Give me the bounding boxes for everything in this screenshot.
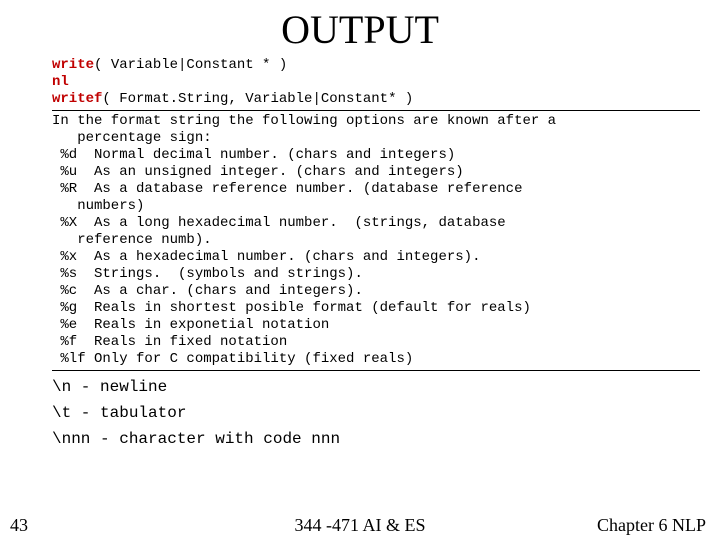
escape-n: \n - newline [52, 377, 700, 397]
opt-X1: %X As a long hexadecimal number. (string… [52, 215, 700, 232]
format-intro-line1: In the format string the following optio… [52, 113, 700, 130]
opt-e: %e Reals in exponetial notation [52, 317, 700, 334]
opt-d: %d Normal decimal number. (chars and int… [52, 147, 700, 164]
write-args: ( Variable|Constant * ) [94, 57, 287, 73]
nl-signature: nl [52, 74, 700, 91]
divider-bottom [52, 370, 700, 371]
opt-lf: %lf Only for C compatibility (fixed real… [52, 351, 700, 368]
opt-R2: numbers) [52, 198, 700, 215]
opt-f: %f Reals in fixed notation [52, 334, 700, 351]
opt-x: %x As a hexadecimal number. (chars and i… [52, 249, 700, 266]
chapter-label: Chapter 6 NLP [597, 515, 706, 536]
opt-g: %g Reals in shortest posible format (def… [52, 300, 700, 317]
escape-t: \t - tabulator [52, 403, 700, 423]
writef-fn: writef [52, 91, 102, 107]
opt-X2: reference numb). [52, 232, 700, 249]
write-signature: write( Variable|Constant * ) [52, 57, 700, 74]
divider-top [52, 110, 700, 111]
writef-args: ( Format.String, Variable|Constant* ) [102, 91, 413, 107]
escape-nnn: \nnn - character with code nnn [52, 429, 700, 449]
opt-c: %c As a char. (chars and integers). [52, 283, 700, 300]
slide-content: write( Variable|Constant * ) nl writef( … [0, 57, 720, 449]
slide-title: OUTPUT [0, 6, 720, 53]
format-intro-line2: percentage sign: [52, 130, 700, 147]
opt-s: %s Strings. (symbols and strings). [52, 266, 700, 283]
write-fn: write [52, 57, 94, 73]
writef-signature: writef( Format.String, Variable|Constant… [52, 91, 700, 108]
opt-u: %u As an unsigned integer. (chars and in… [52, 164, 700, 181]
opt-R1: %R As a database reference number. (data… [52, 181, 700, 198]
